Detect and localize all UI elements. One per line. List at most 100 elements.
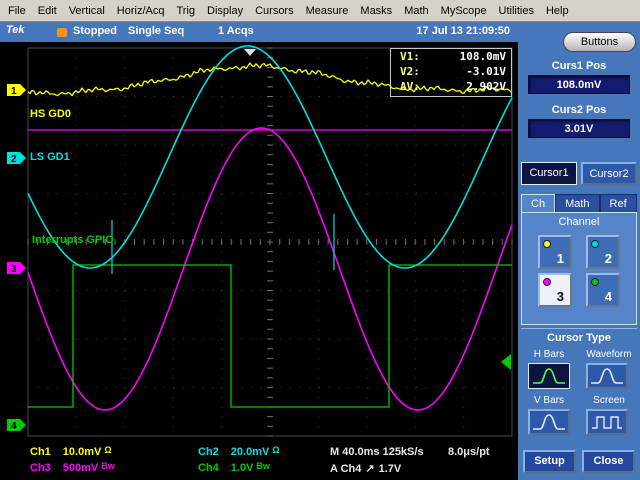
- waveform-ch4: [28, 265, 512, 407]
- tek-logo: Tek: [6, 24, 25, 36]
- cursor-readout-row: ΔV: 2.902V: [391, 79, 511, 94]
- ch2-scale: 20.0mV: [231, 446, 270, 458]
- menu-item-utilities[interactable]: Utilities: [493, 5, 540, 17]
- channel-marker-number: 4: [11, 421, 17, 432]
- waveform-button[interactable]: [586, 363, 628, 389]
- channel-marker-number: 1: [11, 86, 17, 97]
- section-divider: [521, 328, 637, 329]
- setup-button[interactable]: Setup: [523, 450, 576, 473]
- menu-item-display[interactable]: Display: [201, 5, 249, 17]
- tab-ch[interactable]: Ch: [521, 194, 555, 213]
- ch1-scale-readout: Ch1 10.0mV Ω: [30, 446, 112, 458]
- resolution-readout: 8.0μs/pt: [448, 446, 490, 458]
- waveform-label: HS GD0: [30, 108, 71, 120]
- v2-value: -3.01V: [466, 64, 506, 79]
- timebase-value: M 40.0ms 125kS/s: [330, 446, 424, 458]
- channel-4-color-dot: [591, 278, 599, 286]
- v1-label: V1:: [400, 49, 420, 64]
- waveform-label: Interrupts GPIO: [32, 234, 114, 246]
- trigger-level: 1.7V: [379, 463, 402, 475]
- menu-item-edit[interactable]: Edit: [32, 5, 63, 17]
- screen-button[interactable]: [586, 409, 628, 435]
- vbars-icon: [532, 412, 566, 432]
- acquisition-mode: Single Seq: [128, 25, 184, 37]
- buttons-button[interactable]: Buttons: [563, 32, 636, 52]
- ch4-bandwidth-icon: Bw: [256, 461, 270, 471]
- hbars-button[interactable]: [528, 363, 570, 389]
- close-button[interactable]: Close: [582, 450, 635, 473]
- trigger-readout: A Ch4 ↗ 1.7V: [330, 462, 401, 475]
- menu-item-math[interactable]: Math: [398, 5, 434, 17]
- readout-row-1: Ch1 10.0mV Ω Ch2 20.0mV Ω M 40.0ms 125kS…: [0, 446, 518, 461]
- curs2-pos-value: 3.01V: [528, 119, 630, 138]
- curs1-pos-label: Curs1 Pos: [518, 60, 640, 72]
- hbars-label: H Bars: [520, 349, 578, 360]
- channel-2-number: 2: [605, 251, 612, 266]
- ch2-scale-readout: Ch2 20.0mV Ω: [198, 446, 280, 458]
- acquisition-count: 1 Acqs: [218, 25, 254, 37]
- channel-1-color-dot: [543, 240, 551, 248]
- control-sidebar: Buttons Curs1 Pos 108.0mV Curs2 Pos 3.01…: [518, 22, 640, 480]
- datetime: 17 Jul 13 21:09:50: [416, 25, 510, 37]
- channel-1-number: 1: [557, 251, 564, 266]
- vbars-button[interactable]: [528, 409, 570, 435]
- ch3-bandwidth-icon: Bw: [101, 461, 115, 471]
- ch4-scale-readout: Ch4 1.0V Bw: [198, 462, 270, 474]
- delta-v-value: 2.902V: [466, 79, 506, 94]
- source-tabs: Ch Math Ref: [521, 194, 637, 213]
- curs2-pos-label: Curs2 Pos: [518, 104, 640, 116]
- channel-2-button[interactable]: 2: [586, 235, 620, 269]
- tab-ref[interactable]: Ref: [600, 194, 637, 213]
- menu-bar: File Edit Vertical Horiz/Acq Trig Displa…: [0, 0, 640, 22]
- hbars-icon: [532, 366, 566, 386]
- ch1-coupling-icon: Ω: [104, 445, 111, 455]
- waveform-label: Waveform: [580, 349, 638, 360]
- ch1-scale: 10.0mV: [63, 446, 102, 458]
- ch2-label: Ch2: [198, 446, 219, 458]
- channel-marker-number: 3: [11, 264, 17, 275]
- menu-item-trig[interactable]: Trig: [170, 5, 201, 17]
- cursor2-button[interactable]: Cursor2: [581, 162, 637, 185]
- trigger-position-marker[interactable]: [244, 49, 256, 56]
- scope-display: HS GD0 LS GD1 Interrupts GPIO 1 2 3 4 Tek Stop…: [0, 22, 518, 480]
- menu-item-cursors[interactable]: Cursors: [249, 5, 300, 17]
- channel-3-number: 3: [557, 289, 564, 304]
- channel-marker-number: 2: [11, 154, 17, 165]
- cursor-readout-box: V1: 108.0mV V2: -3.01V ΔV: 2.902V: [390, 48, 512, 97]
- trigger-level-marker[interactable]: [501, 354, 511, 370]
- delta-v-label: ΔV:: [400, 79, 420, 94]
- run-state-icon: [57, 28, 67, 37]
- menu-item-horiz-acq[interactable]: Horiz/Acq: [111, 5, 171, 17]
- cursor-readout-row: V2: -3.01V: [391, 64, 511, 79]
- tab-math[interactable]: Math: [555, 194, 599, 213]
- channel-3-button[interactable]: 3: [538, 273, 572, 307]
- resolution-value: 8.0μs/pt: [448, 446, 490, 458]
- channel-4-number: 4: [605, 289, 612, 304]
- channel-1-button[interactable]: 1: [538, 235, 572, 269]
- cursor-type-label: Cursor Type: [518, 332, 640, 344]
- channel-panel-title: Channel: [522, 216, 636, 228]
- menu-item-myscope[interactable]: MyScope: [435, 5, 493, 17]
- ch3-scale-readout: Ch3 500mV Bw: [30, 462, 115, 474]
- menu-item-measure[interactable]: Measure: [300, 5, 355, 17]
- screen-icon: [590, 412, 624, 432]
- screen-label: Screen: [580, 395, 638, 406]
- ch3-label: Ch3: [30, 462, 51, 474]
- ch3-scale: 500mV: [63, 462, 98, 474]
- v1-value: 108.0mV: [460, 49, 506, 64]
- menu-item-masks[interactable]: Masks: [354, 5, 398, 17]
- menu-item-vertical[interactable]: Vertical: [63, 5, 111, 17]
- vbars-label: V Bars: [520, 395, 578, 406]
- channel-3-color-dot: [543, 278, 551, 286]
- curs1-pos-value: 108.0mV: [528, 75, 630, 94]
- menu-item-help[interactable]: Help: [540, 5, 575, 17]
- status-bar: Tek Stopped Single Seq 1 Acqs 17 Jul 13 …: [0, 22, 518, 42]
- channel-4-button[interactable]: 4: [586, 273, 620, 307]
- waveform-label: LS GD1: [30, 151, 70, 163]
- ch2-coupling-icon: Ω: [272, 445, 279, 455]
- trigger-source: A Ch4: [330, 463, 361, 475]
- channel-panel: Channel 1 2 3 4: [521, 212, 637, 325]
- cursor1-button[interactable]: Cursor1: [521, 162, 577, 185]
- waveform-icon: [590, 366, 624, 386]
- menu-item-file[interactable]: File: [2, 5, 32, 17]
